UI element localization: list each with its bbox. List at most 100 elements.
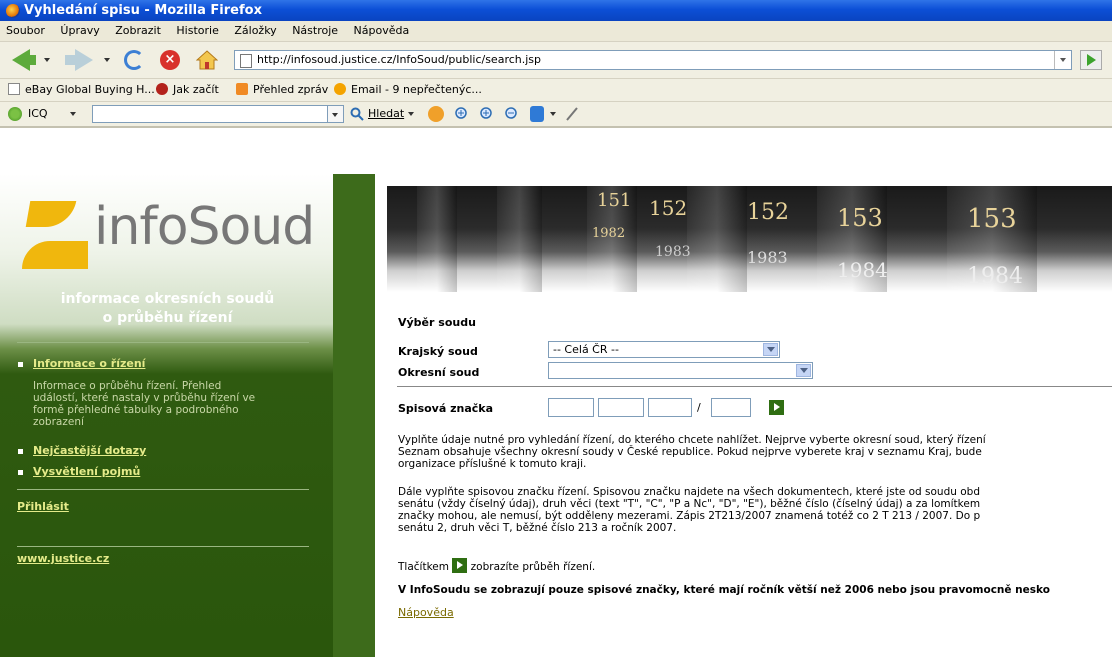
druh-veci-input[interactable] [598,398,644,417]
back-history-dropdown-icon[interactable] [44,58,50,62]
sidebar-item-pojmy[interactable]: Vysvětlení pojmů [33,465,140,478]
page-icon [240,54,252,68]
sidebar-item-informace-desc: Informace o průběhu řízení. Přehled udál… [33,380,256,428]
address-url: http://infosoud.justice.cz/InfoSoud/publ… [257,53,542,66]
firefox-bookmark-icon [156,83,168,95]
zoom-in-alt-icon[interactable] [480,107,494,121]
zoom-in-icon[interactable] [455,107,469,121]
email-icon [334,83,346,95]
bookmark-ebay[interactable]: eBay Global Buying H... [8,79,155,101]
okresni-soud-label: Okresní soud [398,366,480,379]
window-titlebar: Vyhledání spisu - Mozilla Firefox [0,0,1112,21]
window-title: Vyhledání spisu - Mozilla Firefox [24,3,262,18]
home-icon[interactable] [196,49,218,71]
tagline-line1: informace okresních soudů [60,291,275,307]
icq-flower-icon[interactable] [8,107,22,121]
login-link[interactable]: Přihlásit [17,500,69,513]
page-icon [8,83,20,95]
section-title: Výběr soudu [398,316,476,329]
hledat-dropdown-icon[interactable] [408,112,414,116]
bezne-cislo-input[interactable] [648,398,692,417]
menu-zalozky[interactable]: Záložky [228,21,282,41]
instructions-notice: V InfoSoudu se zobrazují pouze spisové z… [398,584,1050,596]
book-spine [497,186,542,292]
banner-books-image: 151 152 152 153 153 1982 1983 1983 1984 … [387,186,1112,292]
form-divider [397,386,1112,387]
bookmark-jak-zacit[interactable]: Jak začít [156,79,219,101]
search-arrow-button[interactable] [769,400,784,415]
user-dropdown-icon[interactable] [550,112,556,116]
highlight-icon[interactable] [428,106,444,122]
bullet-icon [18,449,23,454]
book-spine [687,186,747,292]
menu-upravy[interactable]: Úpravy [54,21,105,41]
user-icon[interactable] [530,106,544,122]
tagline-line2: o průběhu řízení [102,310,233,326]
rocnik-input[interactable] [711,398,751,417]
forward-history-dropdown-icon[interactable] [104,58,110,62]
bookmark-prehled-zprav[interactable]: Přehled zpráv [236,79,328,101]
icq-search-input[interactable] [92,105,328,123]
sidebar-top-whitespace [0,128,333,174]
volume-label: 1983 [747,248,788,267]
krajsky-soud-value: -- Celá ČR -- [553,343,619,356]
infosoud-logo[interactable]: infoSoud [22,195,315,279]
rss-icon [236,83,248,95]
krajsky-soud-label: Krajský soud [398,345,478,358]
divider-top-whitespace [333,128,375,174]
chevron-down-icon[interactable] [763,343,778,356]
search-icon[interactable] [350,107,364,121]
green-divider-column [333,174,375,657]
firefox-icon [6,3,20,18]
volume-label: 152 [747,200,789,225]
napoveda-link[interactable]: Nápověda [398,606,454,619]
chevron-down-icon[interactable] [796,364,811,377]
volume-label: 1982 [592,226,626,241]
hledat-button[interactable]: Hledat [368,102,404,126]
bookmark-email[interactable]: Email - 9 nepřečtenýc... [334,79,482,101]
menu-nastroje[interactable]: Nástroje [286,21,344,41]
logo-swoosh-top [25,201,77,227]
url-history-dropdown-icon[interactable] [1054,51,1071,69]
sidebar-divider [17,489,309,490]
bookmarks-toolbar: eBay Global Buying H... Jak začít Přehle… [0,79,1112,102]
spisova-znacka-label: Spisová značka [398,402,494,415]
sidebar-item-informace[interactable]: Informace o řízení [33,357,145,370]
senat-input[interactable] [548,398,594,417]
volume-label: 1984 [967,264,1023,289]
pencil-icon[interactable] [565,106,579,122]
reload-icon[interactable] [124,50,144,70]
icq-label[interactable]: ICQ [28,102,48,126]
icq-dropdown-icon[interactable] [70,112,76,116]
volume-label: 1984 [837,258,888,282]
menu-napoveda[interactable]: Nápověda [348,21,416,41]
volume-label: 151 [597,190,632,211]
logo-swoosh-bottom [22,241,88,269]
volume-label: 153 [967,204,1017,234]
slash-separator: / [697,401,701,414]
forward-arrow-icon[interactable] [75,49,93,71]
justice-link[interactable]: www.justice.cz [17,552,109,565]
back-button[interactable] [26,55,36,65]
forward-button[interactable] [65,55,75,65]
sidebar-tagline: informace okresních soudů o průběhu říze… [10,290,325,328]
menu-soubor[interactable]: Soubor [0,21,51,41]
bullet-icon [18,362,23,367]
sidebar-item-dotazy[interactable]: Nejčastější dotazy [33,444,146,457]
icq-search-dropdown[interactable] [328,105,344,123]
logo-text: infoSoud [94,197,315,257]
krajsky-soud-select[interactable]: -- Celá ČR -- [548,341,780,358]
sidebar-divider [17,546,309,547]
bullet-icon [18,470,23,475]
address-bar[interactable]: http://infosoud.justice.cz/InfoSoud/publ… [234,50,1072,70]
book-spine [417,186,457,292]
icq-toolbar: ICQ Hledat [0,102,1112,128]
stop-icon[interactable]: × [160,50,180,70]
menu-zobrazit[interactable]: Zobrazit [109,21,167,41]
arrow-right-icon [452,558,468,573]
okresni-soud-select[interactable] [548,362,813,379]
go-button[interactable] [1080,50,1102,70]
volume-label: 153 [837,204,883,232]
zoom-out-icon[interactable] [505,107,519,121]
menu-historie[interactable]: Historie [170,21,224,41]
